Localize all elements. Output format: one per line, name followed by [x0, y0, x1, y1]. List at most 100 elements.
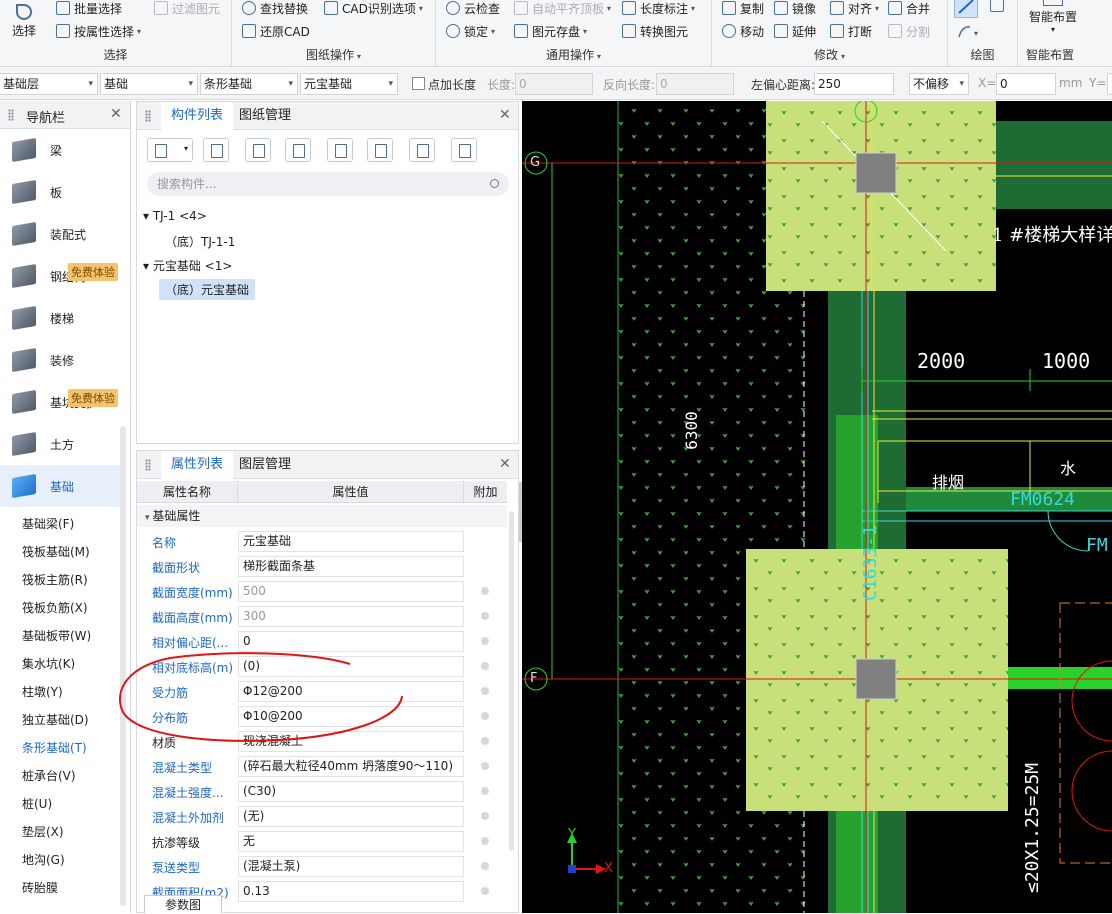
extract-component-button[interactable]: [367, 138, 393, 162]
nav-subitem[interactable]: 基础梁(F): [22, 515, 74, 532]
attach-checkbox[interactable]: [481, 787, 489, 795]
tab-layer-manage[interactable]: 图层管理: [229, 451, 301, 479]
new-component-button[interactable]: ▾: [147, 138, 193, 162]
close-icon[interactable]: ✕: [499, 107, 511, 123]
tab-drawing-manage[interactable]: 图纸管理: [229, 102, 301, 130]
attach-checkbox[interactable]: [481, 737, 489, 745]
attach-checkbox[interactable]: [481, 887, 489, 895]
left-offset-input[interactable]: 250: [814, 73, 894, 95]
type-select[interactable]: 条形基础: [200, 73, 298, 95]
nav-subitem[interactable]: 桩承台(V): [22, 767, 76, 784]
nav-subitem[interactable]: 垫层(X): [22, 823, 64, 840]
nav-subitem[interactable]: 筏板基础(M): [22, 543, 90, 560]
component-select[interactable]: 元宝基础: [300, 73, 398, 95]
tree-item-yuanbao[interactable]: （底）元宝基础: [159, 279, 256, 300]
nav-item-pit-support[interactable]: 基坑支护免费体验: [0, 381, 120, 423]
nav-subitem[interactable]: 砖胎膜: [22, 879, 58, 896]
param-diagram-tab[interactable]: 参数图: [144, 895, 222, 913]
nav-subitem[interactable]: 柱墩(Y): [22, 683, 63, 700]
nav-item-steel[interactable]: 钢结构免费体验: [0, 255, 120, 297]
nav-item-prefab[interactable]: 装配式: [0, 213, 120, 255]
filter-component-button[interactable]: [409, 138, 435, 162]
mirror-button[interactable]: 镜像: [774, 0, 816, 18]
drag-handle-icon[interactable]: [8, 109, 14, 121]
close-icon[interactable]: ✕: [110, 106, 122, 122]
reverse-length-input[interactable]: 0: [656, 73, 734, 95]
copy-button[interactable]: 复制: [722, 0, 764, 18]
nav-subitem[interactable]: 条形基础(T): [22, 739, 87, 756]
tree-item-tj1-1[interactable]: （底）TJ-1-1: [165, 233, 235, 250]
property-value-field[interactable]: 梯形截面条基: [238, 556, 464, 577]
attr-select-button[interactable]: 按属性选择 ▾: [56, 21, 141, 41]
break-button[interactable]: 打断: [830, 21, 872, 41]
auto-level-button[interactable]: 自动平齐顶板 ▾: [514, 0, 611, 18]
attach-checkbox[interactable]: [481, 812, 489, 820]
delete-component-button[interactable]: [245, 138, 271, 162]
convert-element-button[interactable]: 转换图元: [622, 21, 688, 41]
property-value-field[interactable]: (混凝土泵): [238, 856, 464, 877]
nav-item-foundation[interactable]: 基础: [0, 465, 120, 507]
nav-subitem[interactable]: 筏板负筋(X): [22, 599, 88, 616]
attach-checkbox[interactable]: [481, 837, 489, 845]
smart-layout-button[interactable]: 智能布置 ▾: [1024, 0, 1082, 34]
batch-select-button[interactable]: 批量选择: [56, 0, 122, 18]
layer-copy-button[interactable]: [285, 138, 311, 162]
element-save-button[interactable]: 图元存盘 ▾: [514, 21, 587, 41]
property-value-field[interactable]: 0.13: [238, 881, 464, 902]
nav-item-stair[interactable]: 楼梯: [0, 297, 120, 339]
attach-checkbox[interactable]: [481, 712, 489, 720]
y-input[interactable]: [1107, 73, 1112, 95]
nav-item-earthwork[interactable]: 土方: [0, 423, 120, 465]
attach-checkbox[interactable]: [481, 662, 489, 670]
nav-item-beam[interactable]: 梁: [0, 129, 120, 171]
component-search-input[interactable]: 搜索构件...: [147, 172, 509, 196]
filter-element-button[interactable]: 过滤图元: [154, 0, 220, 18]
merge-button[interactable]: 合并: [888, 0, 930, 18]
draw-rect-button[interactable]: [990, 0, 1004, 12]
property-group-basic[interactable]: ▾ 基础属性: [137, 505, 507, 527]
property-value-field[interactable]: 500: [238, 581, 464, 602]
free-trial-badge[interactable]: 免费体验: [68, 263, 118, 281]
length-mark-button[interactable]: 长度标注 ▾: [622, 0, 695, 18]
category-select[interactable]: 基础: [100, 73, 198, 95]
tab-component-list[interactable]: 构件列表: [161, 102, 234, 130]
attach-checkbox[interactable]: [481, 612, 489, 620]
attach-checkbox[interactable]: [481, 687, 489, 695]
property-value-field[interactable]: (C30): [238, 781, 464, 802]
select-button[interactable]: 选择: [12, 4, 36, 39]
column-top[interactable]: [855, 152, 897, 194]
property-value-field[interactable]: 300: [238, 606, 464, 627]
attach-checkbox[interactable]: [481, 862, 489, 870]
x-input[interactable]: 0: [996, 73, 1056, 95]
attach-checkbox[interactable]: [481, 762, 489, 770]
nav-subitem[interactable]: 桩(U): [22, 795, 52, 812]
property-value-field[interactable]: (碎石最大粒径40mm 坍落度90～110): [238, 756, 464, 777]
cad-recognize-button[interactable]: CAD识别选项 ▾: [324, 0, 423, 18]
move-button[interactable]: 移动: [722, 21, 764, 41]
nav-subitem[interactable]: 地沟(G): [22, 851, 65, 868]
drag-handle-icon[interactable]: [145, 459, 151, 471]
tree-group-yuanbao[interactable]: ▾ 元宝基础 <1>: [143, 257, 232, 274]
cad-canvas[interactable]: G F 6300 2000 1000 1 #楼梯大样详 排烟 水 FM0624 …: [522, 101, 1112, 913]
attach-checkbox[interactable]: [481, 637, 489, 645]
tab-property-list[interactable]: 属性列表: [161, 451, 234, 479]
nav-item-slab[interactable]: 板: [0, 171, 120, 213]
nav-item-decoration[interactable]: 装修: [0, 339, 120, 381]
property-value-field[interactable]: 无: [238, 831, 464, 852]
lock-button[interactable]: 锁定 ▾: [446, 21, 495, 41]
copy-component-button[interactable]: [203, 138, 229, 162]
save-component-button[interactable]: [327, 138, 353, 162]
find-replace-button[interactable]: 查找替换: [242, 0, 308, 18]
sort-component-button[interactable]: [451, 138, 477, 162]
drag-handle-icon[interactable]: [145, 110, 151, 122]
draw-line-button[interactable]: [954, 0, 978, 18]
offset-mode-select[interactable]: 不偏移: [909, 73, 969, 95]
length-input[interactable]: 0: [515, 73, 593, 95]
property-scrollbar[interactable]: [509, 511, 514, 851]
nav-subitem[interactable]: 集水坑(K): [22, 655, 75, 672]
nav-subitem[interactable]: 基础板带(W): [22, 627, 91, 644]
extend-button[interactable]: 延伸: [774, 21, 816, 41]
draw-arc-button[interactable]: ▾: [956, 24, 982, 40]
tree-group-tj1[interactable]: ▾ TJ-1 <4>: [143, 209, 207, 223]
nav-subitem[interactable]: 筏板主筋(R): [22, 571, 88, 588]
